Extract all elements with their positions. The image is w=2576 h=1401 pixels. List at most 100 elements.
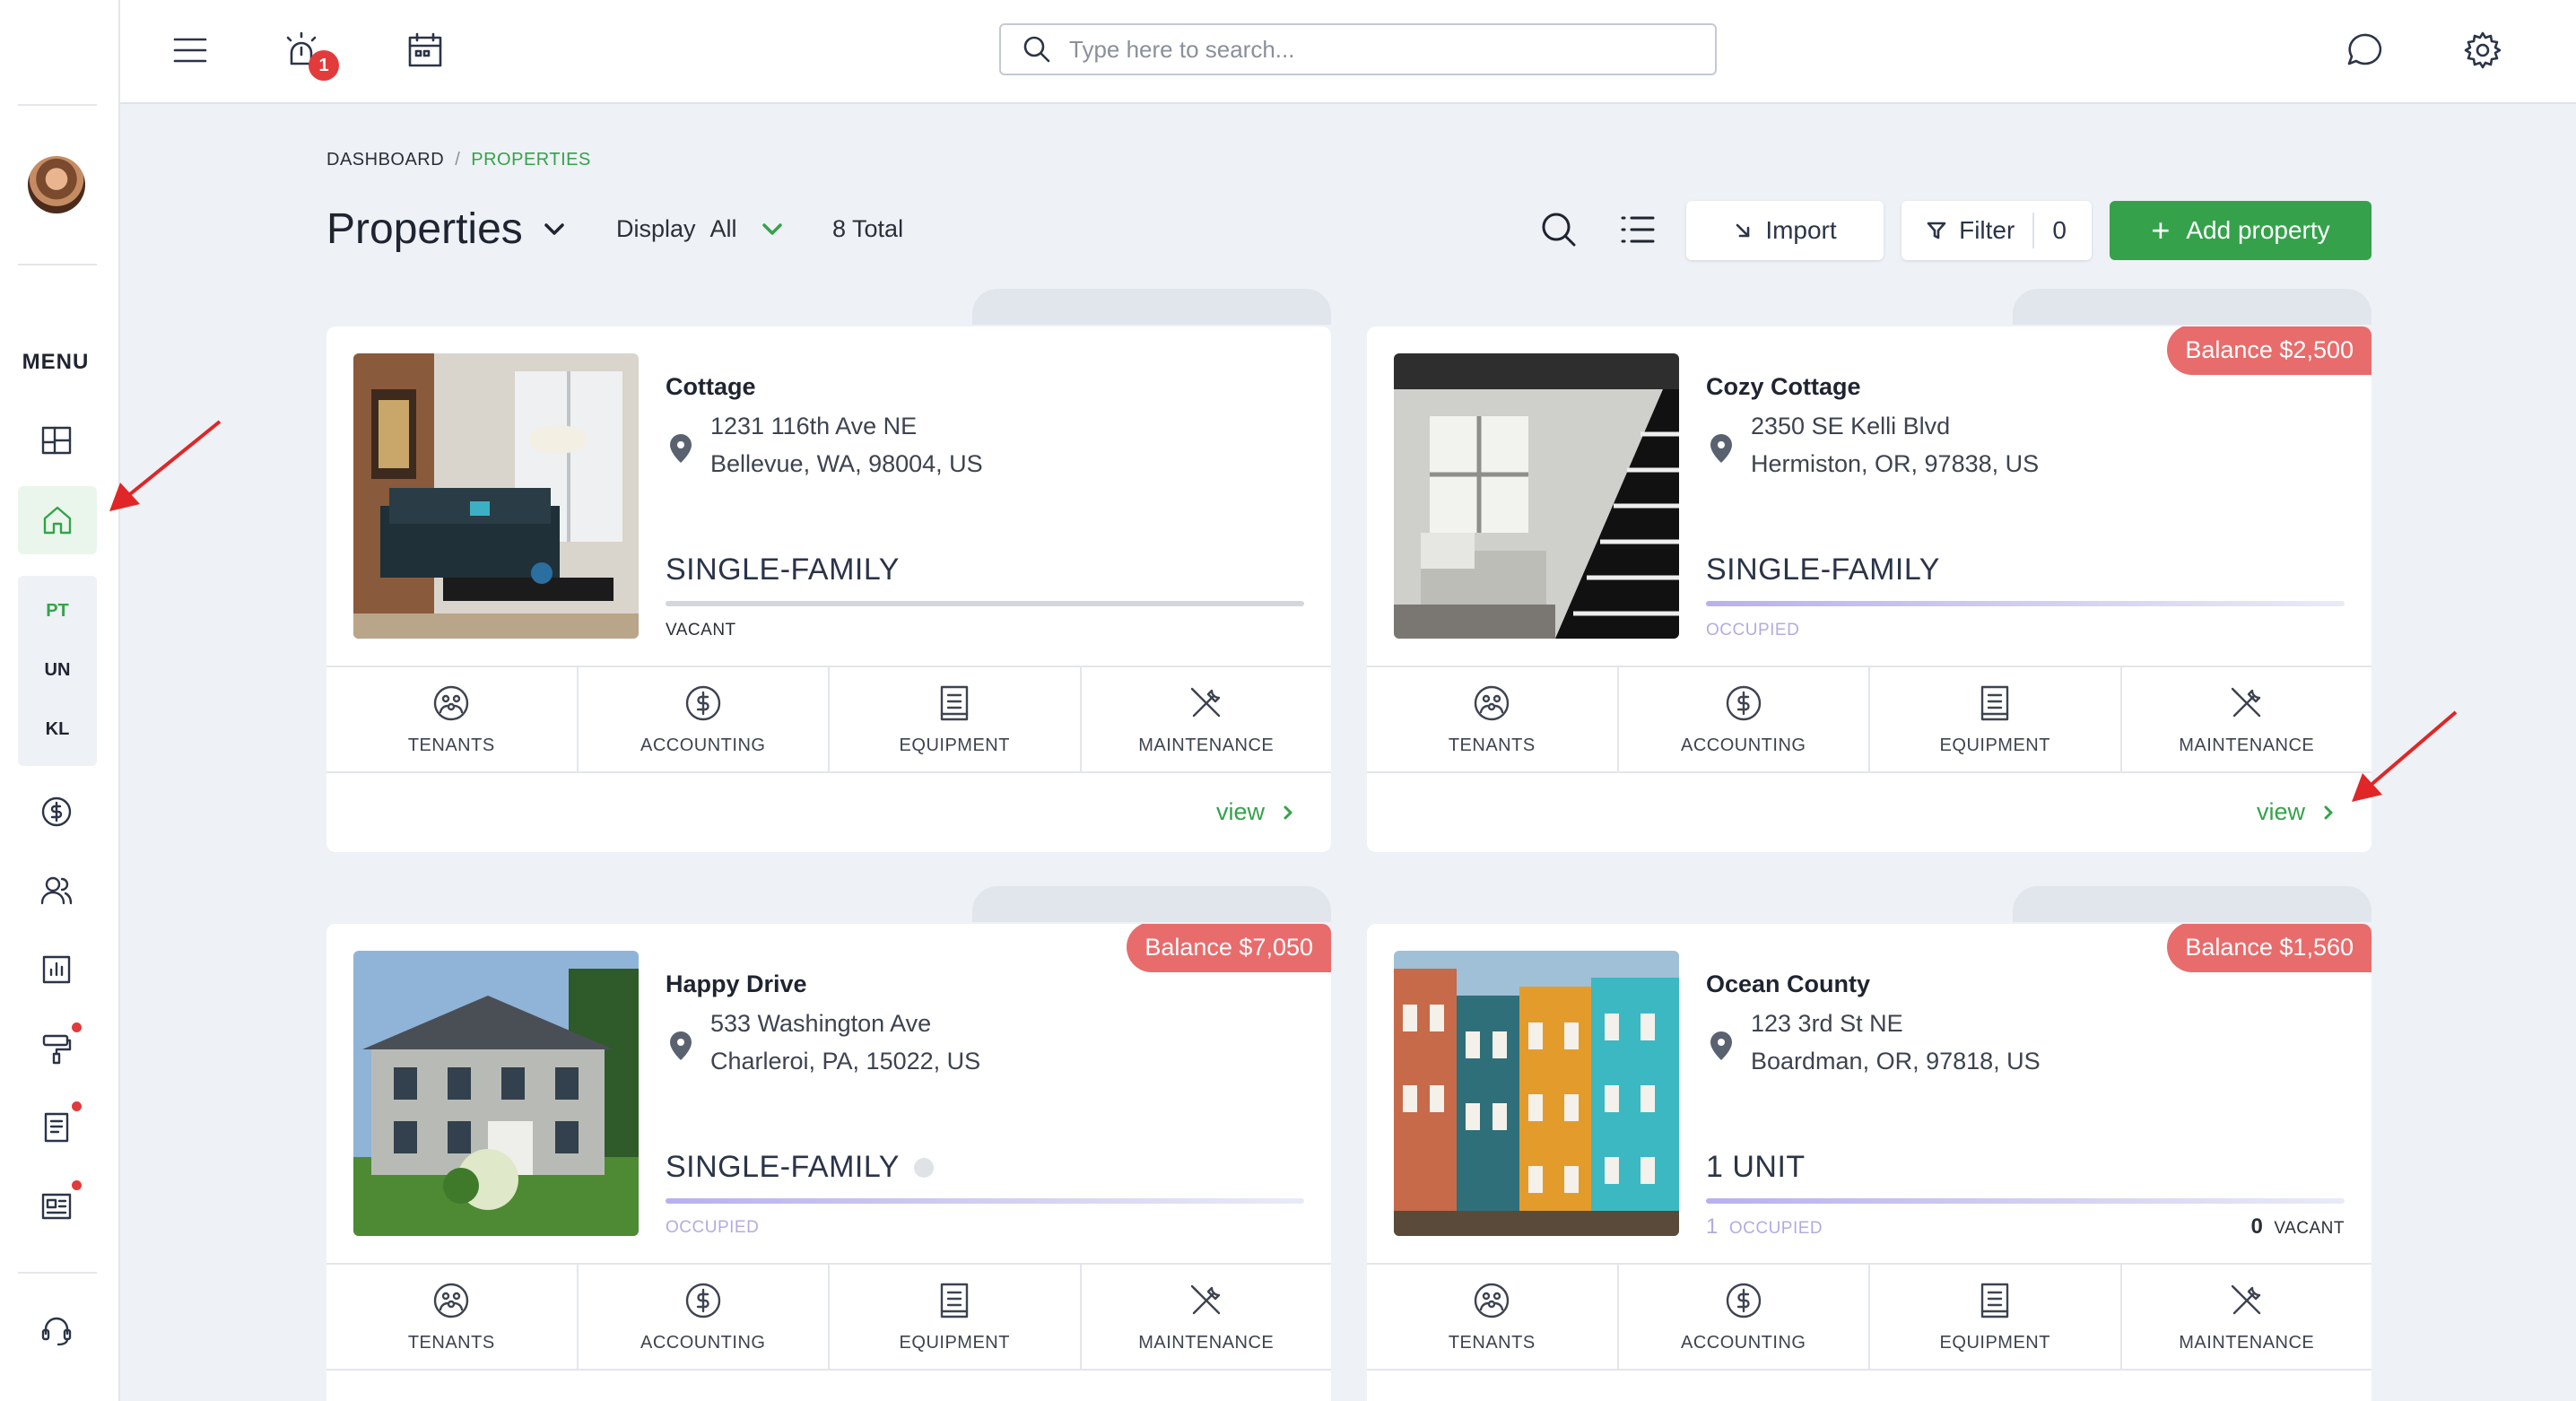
property-card: Cozy Cottage 2350 SE Kelli Blvd Hermisto… (1367, 326, 2371, 852)
maintenance-action[interactable]: MAINTENANCE (1082, 667, 1332, 771)
status-dot-icon (913, 1157, 934, 1178)
sidebar-abbr-pt[interactable]: PT (18, 601, 97, 622)
chevron-right-icon (1284, 805, 1292, 819)
tools-icon (1190, 687, 1220, 717)
maintenance-action[interactable]: MAINTENANCE (2122, 1265, 2372, 1369)
tenants-action[interactable]: TENANTS (1367, 667, 1619, 771)
property-address-line1: 533 Washington Ave (710, 1010, 932, 1037)
property-type: 1 UNIT (1706, 1150, 1806, 1185)
users-icon[interactable] (34, 868, 79, 913)
dollar-circle-icon (685, 685, 720, 720)
view-link[interactable]: view (1216, 798, 1297, 826)
dollar-circle-icon (685, 1283, 720, 1318)
location-pin-icon (670, 434, 692, 463)
tools-icon (2231, 687, 2260, 717)
property-actions: TENANTS ACCOUNTING EQUIPMENT MAINTENANCE (1367, 666, 2371, 773)
accounting-action[interactable]: ACCOUNTING (579, 1265, 830, 1369)
property-photo[interactable] (353, 951, 639, 1236)
support-headset-icon[interactable] (34, 1308, 79, 1353)
dollar-circle-icon (1726, 685, 1761, 720)
property-photo[interactable] (1394, 951, 1679, 1236)
calendar-icon[interactable] (400, 25, 450, 75)
dashboard-icon[interactable] (34, 418, 79, 463)
search-input[interactable] (1069, 35, 1679, 64)
occupied-units: 1 OCCUPIED (1706, 1214, 1823, 1240)
home-icon (43, 506, 72, 535)
property-address-line2: Hermiston, OR, 97838, US (1751, 450, 2040, 477)
occupancy-status: VACANT (666, 621, 736, 640)
property-photo[interactable] (1394, 353, 1679, 639)
page-title-dropdown[interactable]: Properties (326, 204, 570, 254)
gear-icon[interactable] (2458, 25, 2508, 75)
newspaper-icon[interactable] (34, 1184, 79, 1229)
property-actions: TENANTS ACCOUNTING EQUIPMENT MAINTENANCE (326, 1263, 1331, 1371)
accounting-label: ACCOUNTING (1681, 735, 1806, 755)
add-property-button[interactable]: + Add property (2110, 201, 2371, 260)
filter-funnel-icon (1927, 222, 1946, 239)
import-button[interactable]: Import (1686, 201, 1884, 260)
property-name[interactable]: Cottage (666, 373, 756, 401)
import-label: Import (1765, 216, 1837, 244)
display-filter-dropdown[interactable]: Display All (616, 215, 786, 243)
equipment-action[interactable]: EQUIPMENT (1870, 1265, 2122, 1369)
maintenance-label: MAINTENANCE (1138, 1332, 1275, 1353)
equipment-action[interactable]: EQUIPMENT (830, 1265, 1082, 1369)
dollar-circle-icon[interactable] (34, 789, 79, 834)
accounting-action[interactable]: ACCOUNTING (1619, 667, 1870, 771)
chevron-down-icon (544, 222, 564, 235)
view-label: view (2256, 798, 2305, 825)
property-name[interactable]: Cozy Cottage (1706, 373, 1861, 401)
maintenance-action[interactable]: MAINTENANCE (2122, 667, 2372, 771)
paint-roller-icon[interactable] (34, 1026, 79, 1071)
vacant-label: VACANT (2274, 1219, 2345, 1238)
occupied-label: OCCUPIED (1728, 1219, 1823, 1238)
plus-icon: + (2151, 212, 2171, 248)
property-type-label: 1 UNIT (1706, 1150, 1806, 1184)
tenants-label: TENANTS (407, 1332, 495, 1353)
reports-chart-icon[interactable] (34, 947, 79, 992)
tenants-action[interactable]: TENANTS (1367, 1265, 1619, 1369)
card-tab-decoration (2013, 289, 2371, 325)
tools-icon (1190, 1284, 1220, 1314)
property-address-line1: 2350 SE Kelli Blvd (1751, 413, 1951, 439)
location-pin-icon (1710, 434, 1732, 463)
property-name[interactable]: Ocean County (1706, 970, 1870, 998)
avatar[interactable] (28, 156, 85, 213)
sidebar-abbr-kl[interactable]: KL (18, 719, 97, 740)
accounting-action[interactable]: ACCOUNTING (1619, 1265, 1870, 1369)
display-value: All (709, 215, 737, 242)
breadcrumb-dashboard[interactable]: DASHBOARD (326, 150, 444, 170)
tenants-action[interactable]: TENANTS (326, 1265, 579, 1369)
tenants-label: TENANTS (1448, 735, 1536, 755)
hamburger-menu-icon[interactable] (165, 25, 215, 75)
display-label: Display (616, 215, 696, 242)
filter-button[interactable]: Filter 0 (1902, 201, 2092, 260)
equipment-action[interactable]: EQUIPMENT (1870, 667, 2122, 771)
property-address-line2: Bellevue, WA, 98004, US (710, 450, 983, 477)
equipment-action[interactable]: EQUIPMENT (830, 667, 1082, 771)
accounting-action[interactable]: ACCOUNTING (579, 667, 830, 771)
search-bar[interactable] (999, 23, 1717, 75)
property-type-label: SINGLE-FAMILY (666, 553, 900, 587)
view-link[interactable]: view (2257, 798, 2337, 826)
notification-dot (72, 1180, 82, 1190)
sidebar-abbr-un[interactable]: UN (18, 660, 97, 681)
total-count: 8 Total (832, 215, 904, 242)
accounting-label: ACCOUNTING (640, 1332, 766, 1353)
chat-bubble-icon[interactable] (2339, 25, 2389, 75)
sidebar-quick-group: PT UN KL (18, 576, 97, 766)
property-name[interactable]: Happy Drive (666, 970, 807, 998)
tenants-action[interactable]: TENANTS (326, 667, 579, 771)
maintenance-action[interactable]: MAINTENANCE (1082, 1265, 1332, 1369)
equipment-document-icon (941, 1283, 969, 1318)
occupancy-bar (666, 1198, 1304, 1204)
location-pin-icon (1710, 1031, 1732, 1060)
property-card: Cottage 1231 116th Ave NE Bellevue, WA, … (326, 326, 1331, 852)
search-icon (1023, 36, 1050, 63)
search-icon[interactable] (1534, 204, 1584, 255)
sidebar-item-properties[interactable] (18, 486, 97, 554)
list-view-icon[interactable] (1613, 204, 1663, 255)
document-icon[interactable] (34, 1105, 79, 1150)
property-photo[interactable] (353, 353, 639, 639)
vacant-count: 0 (2250, 1214, 2264, 1239)
